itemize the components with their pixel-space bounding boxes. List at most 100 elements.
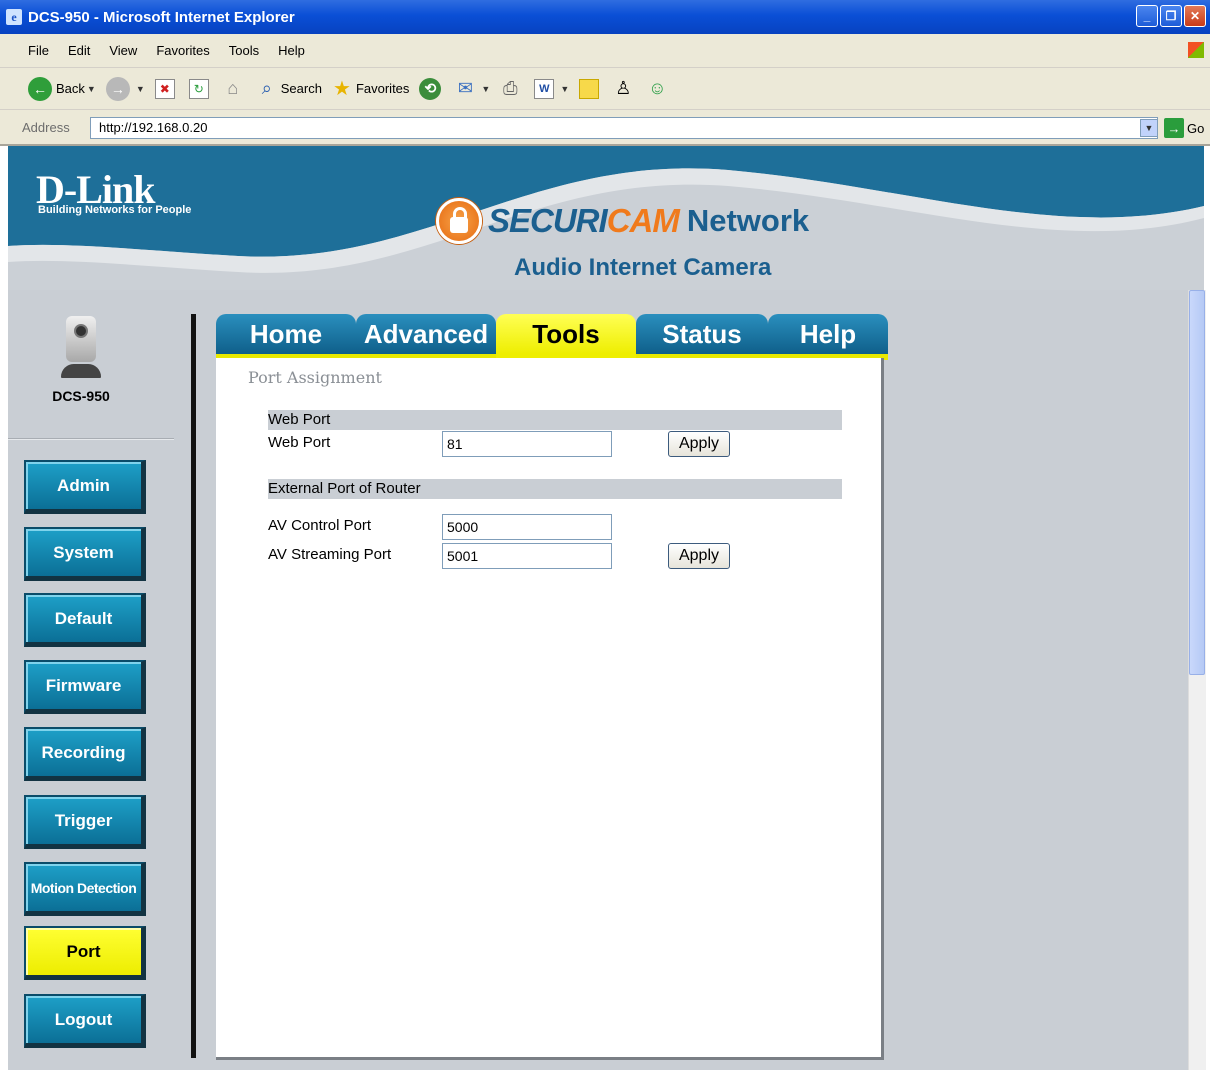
dropdown-arrow-icon: ▼ <box>481 83 491 94</box>
favorites-star-icon: ★ <box>332 78 351 100</box>
nav-recording-button[interactable]: Recording <box>24 727 146 781</box>
forward-arrow-icon: → <box>105 76 130 101</box>
go-arrow-icon: → <box>1164 118 1184 138</box>
search-label: Search <box>280 81 322 96</box>
camera-model-label: DCS-950 <box>52 388 110 404</box>
research-icon: ♙ <box>615 78 632 98</box>
tab-status[interactable]: Status <box>636 314 768 360</box>
back-label: Back <box>56 81 85 96</box>
mail-icon: ✉ <box>457 78 473 98</box>
external-port-section-header: External Port of Router <box>268 479 842 499</box>
main-tabs: Home Advanced Tools Status Help <box>216 314 888 360</box>
refresh-button[interactable]: ↻ <box>188 78 213 99</box>
dropdown-arrow-icon: ▼ <box>86 83 96 94</box>
dropdown-arrow-icon: ▼ <box>560 83 570 94</box>
address-input[interactable]: http://192.168.0.20 <box>90 117 1158 139</box>
header-banner: D-Link Building Networks for People SECU… <box>8 146 1204 290</box>
menu-bar: File Edit View Favorites Tools Help <box>0 34 1210 68</box>
nav-trigger-button[interactable]: Trigger <box>24 795 146 849</box>
nav-logout-button[interactable]: Logout <box>24 994 146 1048</box>
address-dropdown-icon[interactable]: ▼ <box>1140 119 1158 137</box>
external-port-section-title: External Port of Router <box>268 480 421 497</box>
edit-button[interactable]: W ▼ <box>534 78 570 99</box>
print-button[interactable]: ⎙ <box>500 78 524 99</box>
back-button[interactable]: ← Back ▼ <box>28 76 96 101</box>
web-port-label: Web Port <box>268 434 331 451</box>
menu-help[interactable]: Help <box>278 43 305 58</box>
ie-icon: e <box>6 9 22 25</box>
web-port-section-header: Web Port <box>268 410 842 430</box>
menu-edit[interactable]: Edit <box>68 43 90 58</box>
messenger-button[interactable]: ☺ <box>647 78 671 99</box>
tab-advanced[interactable]: Advanced <box>356 314 496 360</box>
external-port-apply-button[interactable]: Apply <box>668 543 730 569</box>
forward-button[interactable]: → ▼ <box>105 76 145 101</box>
address-bar: Address http://192.168.0.20 ▼ → Go <box>0 110 1210 146</box>
web-port-apply-button[interactable]: Apply <box>668 431 730 457</box>
av-streaming-port-label: AV Streaming Port <box>268 546 392 563</box>
minimize-button[interactable]: _ <box>1136 5 1158 27</box>
nav-default-button[interactable]: Default <box>24 593 146 647</box>
securicam-logo: SECURICAM Network <box>436 198 809 244</box>
address-label: Address <box>22 119 70 135</box>
menu-view[interactable]: View <box>109 43 137 58</box>
favorites-label: Favorites <box>355 81 410 96</box>
nav-system-button[interactable]: System <box>24 527 146 581</box>
av-streaming-port-input[interactable] <box>442 543 612 569</box>
history-button[interactable]: ⟲ <box>419 77 445 100</box>
camera-model-box: DCS-950 <box>36 316 126 421</box>
mail-button[interactable]: ✉ ▼ <box>455 78 491 99</box>
search-icon: ⌕ <box>261 78 272 98</box>
securicam-brand: SECURICAM <box>488 202 680 240</box>
note-icon <box>579 78 600 99</box>
nav-firmware-button[interactable]: Firmware <box>24 660 146 714</box>
brand-securi: SECURI <box>488 202 608 239</box>
stop-button[interactable]: ✖ <box>154 78 179 99</box>
messenger-icon: ☺ <box>648 78 667 98</box>
page-viewport: D-Link Building Networks for People SECU… <box>0 146 1210 1070</box>
web-port-input[interactable] <box>442 431 612 457</box>
print-icon: ⎙ <box>503 78 518 98</box>
tab-home[interactable]: Home <box>216 314 356 360</box>
nav-admin-button[interactable]: Admin <box>24 460 146 514</box>
close-button[interactable]: ✕ <box>1184 5 1206 27</box>
brand-network: Network <box>686 203 810 238</box>
tab-tools[interactable]: Tools <box>496 314 636 360</box>
go-button[interactable]: → Go <box>1164 118 1204 138</box>
page-title: Port Assignment <box>248 368 382 387</box>
discuss-button[interactable] <box>579 78 603 99</box>
lock-icon <box>436 198 482 244</box>
browser-toolbar: ← Back ▼ → ▼ ✖ ↻ ⌂ ⌕ Search ★ Favorites … <box>0 68 1210 110</box>
product-subtitle: Audio Internet Camera <box>514 254 772 281</box>
tab-help[interactable]: Help <box>768 314 888 360</box>
vertical-divider <box>191 314 196 1058</box>
av-control-port-label: AV Control Port <box>268 517 372 534</box>
nav-motion-detection-button[interactable]: Motion Detection <box>24 862 146 916</box>
windows-flag-icon <box>1188 42 1204 58</box>
menu-tools[interactable]: Tools <box>229 43 259 58</box>
scrollbar-thumb[interactable] <box>1189 290 1205 675</box>
dlink-tagline: Building Networks for People <box>38 204 192 216</box>
favorites-button[interactable]: ★ Favorites <box>332 78 410 100</box>
window-title: DCS-950 - Microsoft Internet Explorer <box>28 8 295 26</box>
web-port-section-title: Web Port <box>268 411 331 428</box>
menu-favorites[interactable]: Favorites <box>156 43 209 58</box>
home-button[interactable]: ⌂ <box>223 78 247 99</box>
search-button[interactable]: ⌕ Search <box>257 78 322 99</box>
nav-port-button[interactable]: Port <box>24 926 146 980</box>
word-icon: W <box>534 78 555 99</box>
stop-icon: ✖ <box>154 78 175 99</box>
research-button[interactable]: ♙ <box>613 78 637 99</box>
history-icon: ⟲ <box>419 77 442 100</box>
camera-icon <box>66 316 96 362</box>
restore-button[interactable]: ❐ <box>1160 5 1182 27</box>
av-control-port-input[interactable] <box>442 514 612 540</box>
window-titlebar: e DCS-950 - Microsoft Internet Explorer … <box>0 0 1210 34</box>
nav-divider <box>8 438 174 440</box>
refresh-icon: ↻ <box>188 78 209 99</box>
camera-base-icon <box>61 364 101 378</box>
go-label: Go <box>1187 120 1205 136</box>
menu-file[interactable]: File <box>28 43 49 58</box>
vertical-scrollbar[interactable] <box>1188 290 1206 1070</box>
dropdown-arrow-icon: ▼ <box>135 83 145 94</box>
